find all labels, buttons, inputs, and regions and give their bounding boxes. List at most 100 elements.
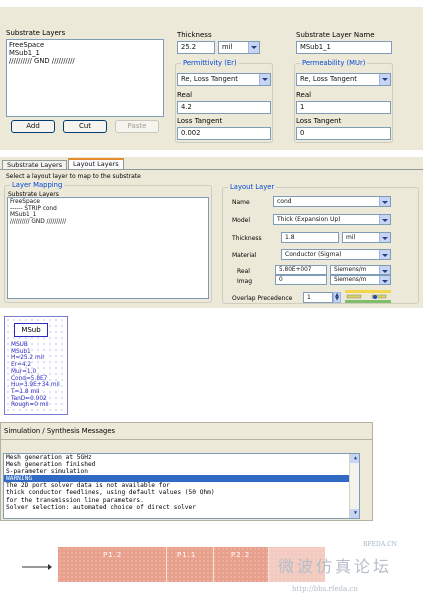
chevron-down-icon <box>379 250 390 259</box>
layer-stack-preview-icon <box>345 290 391 305</box>
permeability-real-input[interactable]: 1 <box>296 101 391 114</box>
model-select[interactable]: Thick (Expansion Up) <box>273 214 391 225</box>
msub-param-line: Rough=0 mil <box>11 402 49 409</box>
message-line: thick conductor feedlines, using default… <box>6 489 215 497</box>
chevron-down-icon <box>379 74 390 85</box>
port-label: P1.2 <box>103 551 123 559</box>
layout-thickness-label: Thickness <box>232 235 262 242</box>
add-button[interactable]: Add <box>11 120 55 133</box>
list-item[interactable]: FreeSpace <box>9 41 161 49</box>
msub-param-line: MSub1 <box>11 348 31 355</box>
name-select[interactable]: cond <box>273 196 391 207</box>
imag-label: Imag <box>237 278 253 285</box>
permittivity-loss-label: Loss Tangent <box>177 117 223 125</box>
message-line-warning: WARNING <box>4 475 359 483</box>
overlap-input[interactable]: 1 <box>303 292 333 303</box>
segment-divider <box>213 547 214 582</box>
arrow-right-icon <box>22 563 52 573</box>
permittivity-real-label: Real <box>177 91 193 99</box>
material-select[interactable]: Conductor (Sigma) <box>281 249 391 260</box>
watermark-chinese: 微波仿真论坛 <box>278 557 393 576</box>
layout-thickness-unit-select[interactable]: mil <box>342 232 391 243</box>
messages-title: Simulation / Synthesis Messages <box>4 427 116 435</box>
real-unit-select[interactable]: Siemens/m <box>330 265 391 275</box>
thickness-label: Thickness <box>177 31 212 39</box>
permittivity-title: Permittivity (Er) <box>181 59 239 67</box>
material-label: Material <box>232 252 257 259</box>
layer-name-input[interactable]: MSub1_1 <box>296 41 392 54</box>
list-item[interactable]: ////////// GND ////////// <box>9 57 161 65</box>
chevron-down-icon <box>379 197 390 206</box>
message-line: S-parameter simulation <box>6 468 88 476</box>
messages-panel: Simulation / Synthesis Messages Mesh gen… <box>0 422 373 521</box>
instruction-text: Select a layout layer to map to the subs… <box>6 173 141 180</box>
imag-input[interactable]: 0 <box>275 275 327 285</box>
cut-button[interactable]: Cut <box>63 120 107 133</box>
msub-param-line: Hu=3.9E+34 mil <box>11 382 60 389</box>
msub-param-line: MSUB <box>11 342 28 348</box>
overlap-label: Overlap Precedence <box>232 295 293 302</box>
list-item[interactable]: ////////// GND ////////// <box>10 219 206 226</box>
watermark-url: http://bbs.rfeda.cn <box>292 585 358 593</box>
message-line: The 2D port solver data is not available… <box>6 482 170 490</box>
layout-layer-title: Layout Layer <box>228 183 277 191</box>
mapping-list[interactable]: FreeSpace ------ STRIP cond MSub1_1 ////… <box>7 197 209 299</box>
chevron-down-icon <box>379 215 390 224</box>
layout-layers-panel: Substrate Layers Layout Layers Select a … <box>0 157 423 308</box>
model-label: Model <box>232 217 251 224</box>
message-line: Mesh generation at 5GHz <box>6 454 92 461</box>
substrate-editor-panel: Substrate Layers FreeSpace MSub1_1 /////… <box>0 7 423 150</box>
port-label: P1.1 <box>177 551 197 559</box>
msub-param-line: T=1.8 mil <box>11 388 40 395</box>
messages-console[interactable]: Mesh generation at 5GHz Mesh generation … <box>3 453 360 519</box>
message-line: Solver selection: automated choice of di… <box>6 503 196 511</box>
chevron-down-icon <box>379 266 390 274</box>
chevron-down-icon <box>259 74 270 85</box>
permeability-type-select[interactable]: Re, Loss Tangent <box>296 73 391 86</box>
layout-thickness-input[interactable]: 1.8 <box>281 232 339 243</box>
segment-divider <box>268 547 269 582</box>
message-line: for the transmission line parameters. <box>6 496 144 504</box>
permeability-loss-input[interactable]: 0 <box>296 127 391 140</box>
list-item[interactable]: ------ STRIP cond <box>10 206 206 213</box>
list-item[interactable]: MSub1_1 <box>9 49 161 57</box>
thickness-input[interactable]: 25.2 <box>177 41 215 54</box>
thickness-unit-select[interactable]: mil <box>218 41 260 54</box>
permittivity-loss-input[interactable]: 0.002 <box>177 127 271 140</box>
spinner-icon[interactable]: ▲ ▼ <box>333 292 341 303</box>
messages-scrollbar[interactable]: ▲ ▼ <box>349 454 359 518</box>
list-item[interactable]: FreeSpace <box>10 199 206 206</box>
chevron-down-icon <box>248 42 259 53</box>
name-label: Name <box>232 199 250 206</box>
scroll-up-icon[interactable]: ▲ <box>350 454 359 463</box>
substrate-layers-list[interactable]: FreeSpace MSub1_1 ////////// GND ///////… <box>6 39 164 117</box>
layer-mapping-title: Layer Mapping <box>10 181 65 189</box>
list-item[interactable]: MSub1_1 <box>10 212 206 219</box>
port-label: P2.2 <box>231 551 251 559</box>
permeability-real-label: Real <box>296 91 312 99</box>
msub-parameters: MSUB MSub1 H=25.2 mil Er=4.2 Mur=1.0 Con… <box>11 342 60 409</box>
message-line: Mesh generation finished <box>6 461 96 469</box>
substrate-layers-label: Substrate Layers <box>6 29 66 37</box>
chevron-down-icon <box>379 276 390 284</box>
permittivity-real-input[interactable]: 4.2 <box>177 101 271 114</box>
chevron-down-icon <box>379 233 390 242</box>
msub-param-line: Er=4.2 <box>11 362 32 369</box>
permittivity-type-select[interactable]: Re, Loss Tangent <box>177 73 271 86</box>
tab-layout-layers[interactable]: Layout Layers <box>68 158 124 169</box>
watermark-site: RFEDA.CN <box>363 541 397 548</box>
segment-divider <box>166 547 167 582</box>
msub-component[interactable]: MSub MSUB MSub1 H=25.2 mil Er=4.2 Mur=1.… <box>4 316 68 415</box>
tab-divider <box>0 169 423 170</box>
divider <box>1 439 372 440</box>
permeability-title: Permeability (MUr) <box>300 59 368 67</box>
imag-unit-select[interactable]: Siemens/m <box>330 275 391 285</box>
layer-name-label: Substrate Layer Name <box>296 31 375 39</box>
permeability-loss-label: Loss Tangent <box>296 117 342 125</box>
msub-symbol[interactable]: MSub <box>14 323 48 337</box>
paste-button[interactable]: Paste <box>115 120 159 133</box>
real-label: Real <box>237 268 250 275</box>
real-input[interactable]: 5.80E+007 <box>275 265 327 275</box>
scroll-down-icon[interactable]: ▼ <box>350 509 359 518</box>
msub-param-line: H=25.2 mil <box>11 355 44 362</box>
